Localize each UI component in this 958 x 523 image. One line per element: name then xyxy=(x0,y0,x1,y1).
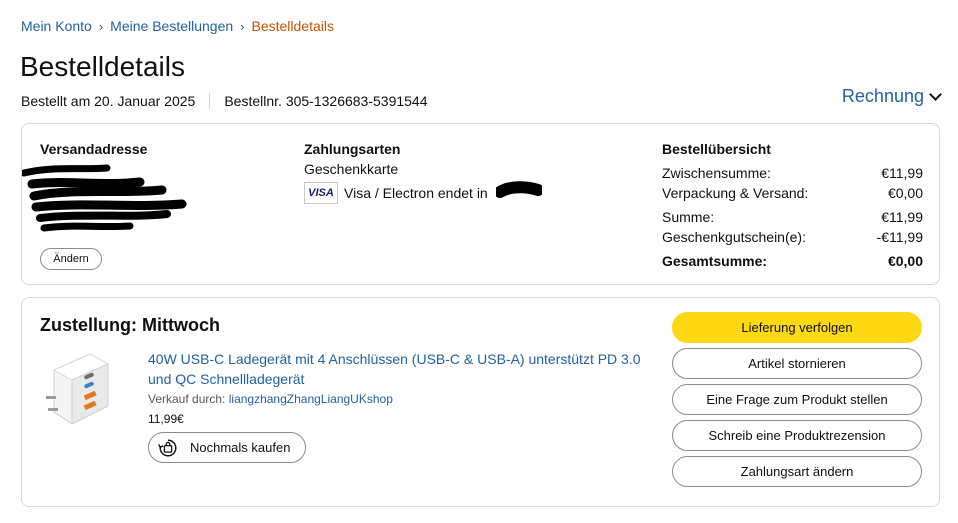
change-payment-button[interactable]: Zahlungsart ändern xyxy=(672,456,922,487)
ask-product-question-button[interactable]: Eine Frage zum Produkt stellen xyxy=(672,384,922,415)
meta-divider xyxy=(209,93,211,109)
summary-row-subtotal: Zwischensumme: €11,99 xyxy=(662,165,923,181)
shipping-address-title: Versandadresse xyxy=(40,141,148,157)
seller-link[interactable]: liangzhangZhangLiangUKshop xyxy=(229,392,393,406)
seller-prefix: Verkauf durch: xyxy=(148,392,226,406)
card-label: Visa / Electron endet in xyxy=(344,185,488,201)
gift-card-label: Geschenkkarte xyxy=(304,161,399,177)
change-address-button[interactable]: Ändern xyxy=(40,248,102,270)
write-review-button[interactable]: Schreib eine Produktrezension xyxy=(672,420,922,451)
order-overview-title: Bestellübersicht xyxy=(662,141,771,157)
charger-product-image[interactable] xyxy=(42,348,112,428)
visa-icon: VISA xyxy=(304,182,338,204)
invoice-dropdown[interactable]: Rechnung xyxy=(841,86,942,107)
breadcrumb-my-orders[interactable]: Meine Bestellungen xyxy=(110,18,233,34)
product-price: 11,99€ xyxy=(148,412,184,426)
track-package-button[interactable]: Lieferung verfolgen xyxy=(672,312,922,343)
total-label: Gesamtsumme: xyxy=(662,253,768,269)
redacted-address xyxy=(22,164,187,232)
redacted-card-digits xyxy=(496,181,542,198)
delivery-title: Zustellung: Mittwoch xyxy=(40,315,220,335)
total-value: €0,00 xyxy=(887,253,923,269)
order-meta: Bestellt am 20. Januar 2025 Bestellnr. 3… xyxy=(21,93,428,109)
summary-row-sum: Summe: €11,99 xyxy=(662,209,923,225)
breadcrumb-current: Bestelldetails xyxy=(251,18,335,34)
summary-label: Verpackung & Versand: xyxy=(662,185,809,201)
order-date: Bestellt am 20. Januar 2025 xyxy=(21,93,196,109)
breadcrumb: Mein Konto › Meine Bestellungen › Bestel… xyxy=(21,18,334,34)
breadcrumb-separator: › xyxy=(98,18,104,34)
breadcrumb-separator: › xyxy=(240,18,245,34)
summary-value: €11,99 xyxy=(881,209,923,225)
summary-value: -€11,99 xyxy=(876,229,923,245)
chevron-down-icon xyxy=(929,88,942,101)
summary-row-shipping: Verpackung & Versand: €0,00 xyxy=(662,185,923,201)
cancel-item-button[interactable]: Artikel stornieren xyxy=(672,348,922,379)
summary-label: Geschenkgutschein(e): xyxy=(662,229,806,245)
seller-info: Verkauf durch: liangzhangZhangLiangUKsho… xyxy=(148,392,393,406)
summary-label: Summe: xyxy=(662,209,715,225)
summary-row-total: Gesamtsumme: €0,00 xyxy=(662,253,923,269)
summary-value: €0,00 xyxy=(887,185,923,201)
summary-value: €11,99 xyxy=(881,165,923,181)
order-number: Bestellnr. 305-1326683-5391544 xyxy=(224,93,428,109)
breadcrumb-my-account[interactable]: Mein Konto xyxy=(21,18,92,34)
buy-again-button[interactable]: Nochmals kaufen xyxy=(148,432,306,463)
page-title: Bestelldetails xyxy=(20,51,185,82)
payment-methods-title: Zahlungsarten xyxy=(304,141,401,157)
product-title-link[interactable]: 40W USB-C Ladegerät mit 4 Anschlüssen (U… xyxy=(148,349,648,389)
summary-row-gift-voucher: Geschenkgutschein(e): -€11,99 xyxy=(662,229,923,245)
order-summary-card: Versandadresse Ändern Zahlungsarten Gesc… xyxy=(21,123,940,285)
summary-label: Zwischensumme: xyxy=(662,165,771,181)
invoice-label: Rechnung xyxy=(841,86,924,106)
buy-again-label: Nochmals kaufen xyxy=(190,440,291,455)
buy-again-icon xyxy=(158,438,177,457)
delivery-card: Zustellung: Mittwoch 40W USB-C Ladegerät… xyxy=(21,297,940,507)
